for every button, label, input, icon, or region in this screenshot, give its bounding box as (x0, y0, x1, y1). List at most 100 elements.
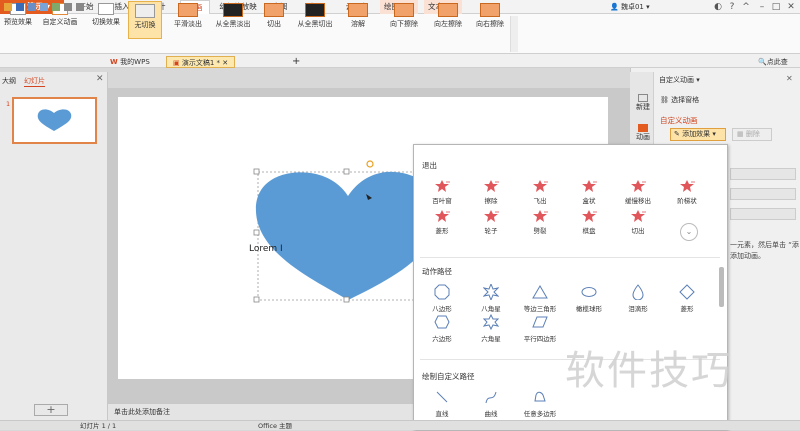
save-icon[interactable] (16, 3, 24, 11)
help-icon[interactable]: ? (726, 1, 738, 13)
modify-speed-select[interactable] (730, 208, 796, 220)
effect-label: 缓慢移出 (625, 197, 651, 205)
transition-wipe-down[interactable]: 向下擦除 (384, 1, 424, 39)
close-panel-icon[interactable]: ✕ (96, 74, 104, 84)
effect-label: 擦除 (484, 197, 498, 205)
effect-item[interactable]: 菱形 (418, 207, 466, 241)
effect-item[interactable]: 八角星 (467, 281, 515, 315)
effect-label: 百叶窗 (432, 197, 452, 205)
add-effect-button[interactable]: ✎ 添加效果 ▾ (670, 128, 726, 141)
effect-item[interactable]: 阶梯状 (663, 177, 711, 211)
effect-item[interactable]: 橄榄球形 (565, 281, 613, 315)
effect-item[interactable]: 平行四边形 (516, 311, 564, 345)
transition-thumb-icon (223, 3, 243, 17)
doc-tab-home[interactable]: W 我的WPS (104, 56, 156, 68)
search-icon: 🔍 (758, 58, 767, 66)
effect-item[interactable]: 六角星 (467, 311, 515, 345)
modify-start-select[interactable] (730, 168, 796, 180)
delete-icon: ▦ (737, 130, 746, 138)
effect-item[interactable]: 飞出 (516, 177, 564, 211)
minimize-icon[interactable]: – (756, 1, 768, 13)
new-icon (638, 94, 648, 102)
transition-wipe-right[interactable]: 向右擦除 (470, 1, 510, 39)
close-icon[interactable]: ✕ (785, 1, 797, 13)
slide-thumbnail[interactable] (12, 97, 97, 144)
effect-label: 菱形 (435, 227, 449, 235)
delete-effect-button[interactable]: ▦ 删除 (732, 128, 772, 141)
restore-ribbon-icon[interactable]: ^ (740, 1, 752, 13)
tab-slides[interactable]: 幻灯片 (24, 76, 45, 87)
effect-icon (565, 210, 613, 222)
transition-none[interactable]: 无切换 (128, 1, 162, 39)
task-pane-title[interactable]: 自定义动画 ▾ (659, 75, 700, 85)
transition-cut[interactable]: 切出 (260, 1, 288, 39)
close-pane-icon[interactable]: ✕ (786, 74, 793, 83)
effect-icon (418, 210, 466, 222)
custom-path-section-title: 绘制自定义路径 (422, 372, 475, 381)
effect-item[interactable]: 切出 (614, 207, 662, 241)
divider (420, 257, 720, 258)
ribbon-gallery-scrollbar[interactable] (510, 16, 518, 52)
doc-tab-presentation[interactable]: ▣ 演示文稿1 * ✕ (166, 56, 236, 68)
effect-item[interactable]: 盒状 (565, 177, 613, 211)
maximize-icon[interactable]: □ (770, 1, 782, 13)
transition-thumb-icon (264, 3, 284, 17)
effect-item[interactable]: 等边三角形 (516, 281, 564, 315)
transition-cut-black[interactable]: 从全黑切出 (292, 1, 338, 39)
transition-fade-black[interactable]: 从全黑淡出 (210, 1, 256, 39)
effect-item[interactable]: 直线 (418, 386, 466, 420)
transition-thumb-icon (305, 3, 325, 17)
effect-item[interactable]: 棋盘 (565, 207, 613, 241)
tab-outline[interactable]: 大纲 (2, 76, 16, 86)
effect-item[interactable]: 曲线 (467, 386, 515, 420)
effect-item[interactable]: 擦除 (467, 177, 515, 211)
effect-icon (418, 389, 466, 405)
sidebar-new[interactable]: 新建 (634, 94, 652, 112)
select-pane-link[interactable]: ⛓ 选择窗格 (660, 95, 699, 105)
effect-item[interactable]: 六边形 (418, 311, 466, 345)
skin-icon[interactable]: ◐ (712, 1, 724, 13)
open-icon[interactable] (4, 3, 12, 11)
user-area[interactable]: 👤 魏卓01 ▾ (610, 0, 650, 14)
sidebar-animation[interactable]: 动画 (634, 124, 652, 142)
slide-text[interactable]: Lorem I (249, 244, 283, 254)
format-painter-icon[interactable] (52, 3, 60, 11)
effect-item[interactable]: 劈裂 (516, 207, 564, 241)
dropdown-scrollbar[interactable] (719, 267, 724, 307)
effect-item[interactable]: 缓慢移出 (614, 177, 662, 211)
effect-icon (565, 180, 613, 192)
close-tab-icon[interactable]: ✕ (220, 59, 228, 67)
effect-label: 阶梯状 (677, 197, 697, 205)
transition-fade-smooth[interactable]: 平滑淡出 (170, 1, 206, 39)
preview-print-icon[interactable] (40, 3, 48, 11)
effect-item[interactable]: 百叶窗 (418, 177, 466, 211)
effect-label: 切出 (631, 227, 645, 235)
transition-dissolve[interactable]: 溶解 (344, 1, 372, 39)
modify-property-select[interactable] (730, 188, 796, 200)
redo-icon[interactable] (76, 3, 84, 11)
transition-wipe-left[interactable]: 向左擦除 (428, 1, 468, 39)
pencil-icon: ✎ (674, 130, 683, 138)
add-slide-button[interactable]: + (34, 404, 68, 416)
motion-path-section-title: 动作路径 (422, 267, 452, 276)
switch-effect-button[interactable]: 切换效果 (88, 1, 124, 39)
pane-hint-1: 一元素，然后单击 “添 (730, 241, 799, 249)
effect-item[interactable]: 任意多边形 (516, 386, 564, 420)
undo-icon[interactable] (64, 3, 72, 11)
new-tab-icon[interactable]: + (286, 56, 306, 68)
help-search[interactable]: 🔍点此查找 (752, 56, 800, 78)
effect-icon (467, 180, 515, 192)
effect-item[interactable]: 泪滴形 (614, 281, 662, 315)
effect-item[interactable]: 八边形 (418, 281, 466, 315)
transition-thumb-icon (480, 3, 500, 17)
effect-item[interactable]: 菱形 (663, 281, 711, 315)
print-icon[interactable] (28, 3, 36, 11)
effect-item[interactable]: 轮子 (467, 207, 515, 241)
effect-label: 劈裂 (533, 227, 547, 235)
effect-icon (516, 210, 564, 222)
slide-number: 1 (6, 100, 11, 108)
effect-icon (467, 210, 515, 222)
effect-icon (565, 284, 613, 300)
effect-label: 棋盘 (582, 227, 596, 235)
more-effects-chevron-icon[interactable]: ⌄ (680, 223, 698, 241)
